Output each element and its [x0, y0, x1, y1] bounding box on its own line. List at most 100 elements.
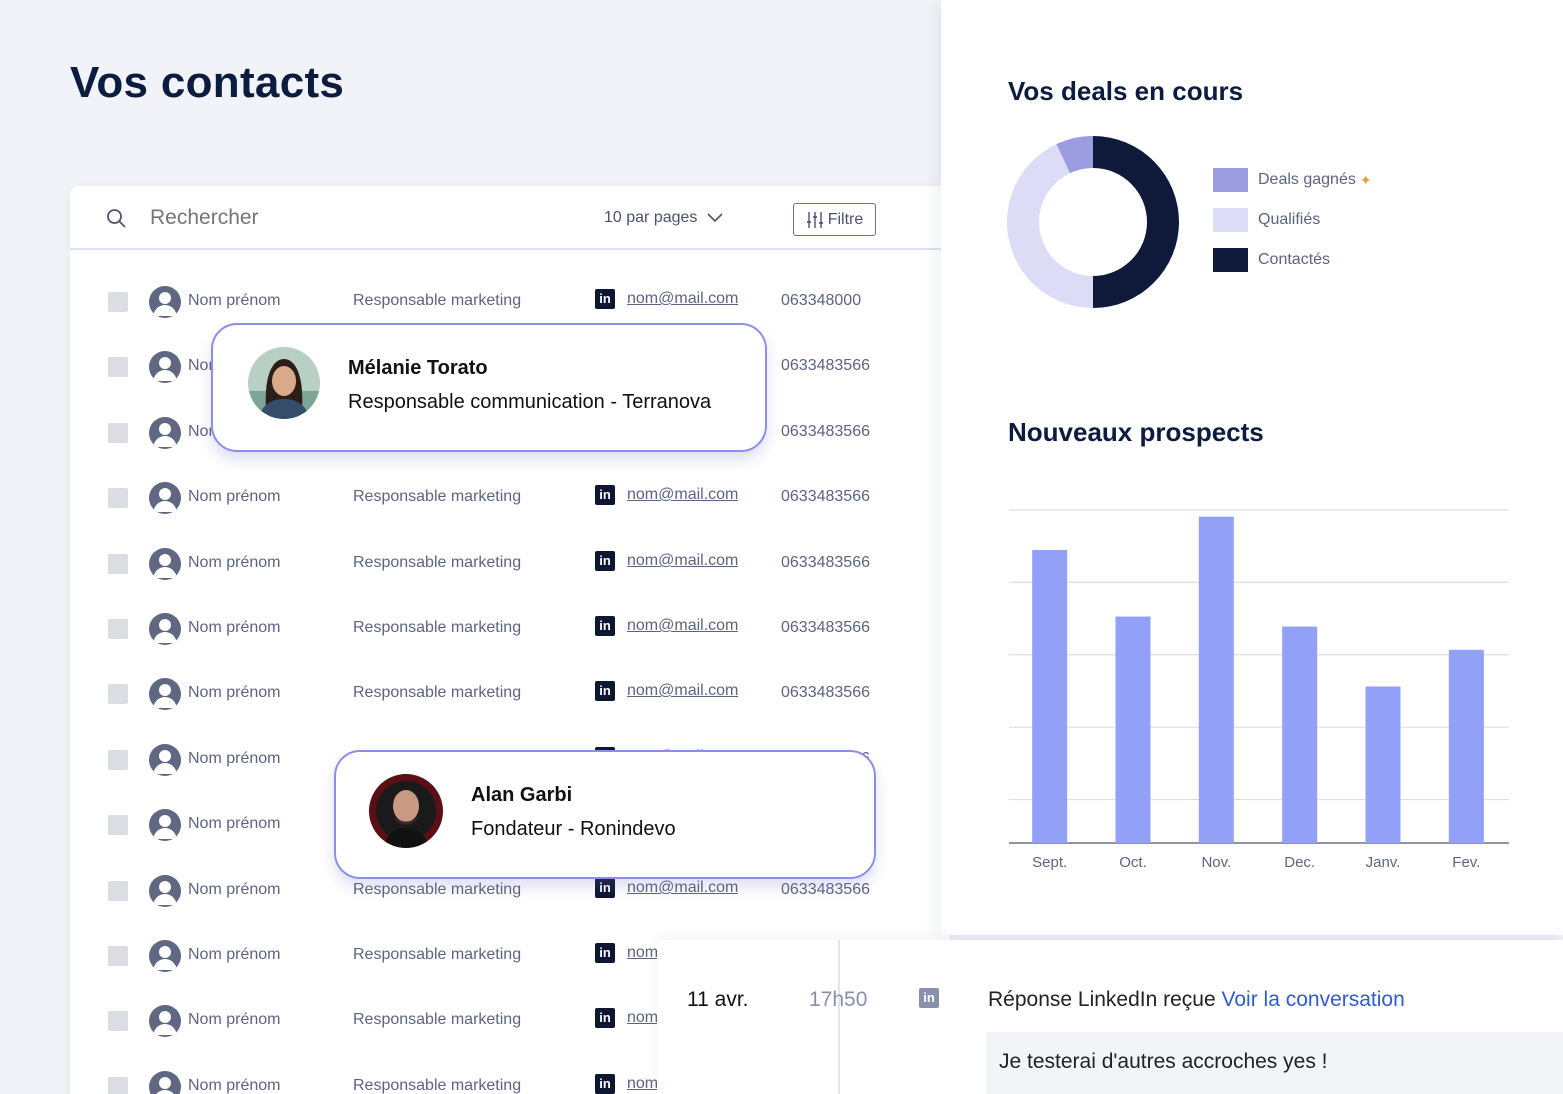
linkedin-icon[interactable]: in — [595, 289, 615, 309]
prospects-title: Nouveaux prospects — [1008, 417, 1264, 447]
user-avatar-icon — [149, 286, 181, 318]
linkedin-icon[interactable]: in — [595, 1074, 615, 1094]
user-avatar-icon — [149, 482, 181, 514]
table-row[interactable]: Nom prénom Responsable marketing in nom@mai… — [70, 603, 950, 653]
per-page-select[interactable]: 10 par pages — [604, 209, 723, 227]
row-checkbox[interactable] — [108, 423, 128, 443]
x-tick-label: Janv. — [1366, 854, 1401, 871]
x-tick-label: Fev. — [1452, 854, 1480, 871]
table-row[interactable]: Nom prénom Responsable marketing in nom@mai… — [70, 276, 950, 326]
activity-text: Réponse LinkedIn reçue Voir la conversat… — [988, 988, 1405, 1012]
profile-photo — [248, 347, 320, 419]
profile-card-alan[interactable]: Alan Garbi Fondateur - Ronindevo — [334, 750, 876, 879]
profile-photo — [369, 774, 443, 848]
bar — [1282, 626, 1318, 843]
profile-role: Fondateur - Ronindevo — [471, 818, 676, 840]
table-row[interactable]: Nom prénom Responsable marketing in nom@mai… — [70, 472, 950, 522]
row-checkbox[interactable] — [108, 292, 128, 312]
dashboard-panel: Vos deals en cours Deals gagnés ✦ Qualif… — [941, 0, 1563, 935]
filter-label: Filtre — [827, 210, 864, 228]
legend-label: Deals gagnés — [1258, 171, 1356, 188]
contact-phone: 0633483566 — [781, 881, 870, 898]
linkedin-icon[interactable]: in — [595, 616, 615, 636]
user-avatar-icon — [149, 875, 181, 907]
timeline-divider — [838, 940, 840, 1094]
contact-email[interactable]: nom@mail.com — [627, 290, 738, 308]
row-checkbox[interactable] — [108, 1011, 128, 1031]
row-checkbox[interactable] — [108, 357, 128, 377]
x-tick-label: Nov. — [1201, 854, 1231, 871]
user-avatar-icon — [149, 809, 181, 841]
activity-date: 11 avr. — [687, 988, 749, 1011]
user-avatar-icon — [149, 1071, 181, 1094]
contact-role: Responsable marketing — [353, 1077, 522, 1094]
legend-label: Qualifiés — [1258, 211, 1321, 228]
contact-phone: 0633483566 — [781, 357, 870, 374]
contact-email[interactable]: nom@mail.com — [627, 617, 738, 635]
contact-role: Responsable marketing — [353, 684, 522, 701]
user-avatar-icon — [149, 940, 181, 972]
row-checkbox[interactable] — [108, 684, 128, 704]
contact-role: Responsable marketing — [353, 946, 522, 963]
contact-phone: 063348000 — [781, 292, 862, 309]
table-toolbar: 10 par pages Filtre — [70, 186, 950, 250]
profile-role: Responsable communication - Terranova — [348, 391, 712, 413]
bar — [1032, 549, 1068, 843]
row-checkbox[interactable] — [108, 881, 128, 901]
party-popper-icon: ✦ — [1359, 171, 1372, 188]
legend-swatch — [1213, 168, 1248, 192]
legend-swatch — [1213, 248, 1248, 272]
view-conversation-link[interactable]: Voir la conversation — [1222, 988, 1405, 1011]
user-avatar-icon — [149, 417, 181, 449]
row-checkbox[interactable] — [108, 750, 128, 770]
row-checkbox[interactable] — [108, 619, 128, 639]
row-checkbox[interactable] — [108, 488, 128, 508]
linkedin-icon[interactable]: in — [595, 551, 615, 571]
contact-email[interactable]: nom@mail.com — [627, 879, 738, 897]
filter-button[interactable]: Filtre — [793, 203, 876, 236]
search-input[interactable] — [150, 206, 450, 230]
contact-role: Responsable marketing — [353, 881, 522, 898]
activity-feed-item: 11 avr. 17h50 in Réponse LinkedIn reçue … — [657, 940, 1563, 1094]
legend-swatch — [1213, 208, 1248, 232]
bar — [1115, 616, 1151, 843]
linkedin-icon[interactable]: in — [595, 681, 615, 701]
chevron-down-icon — [707, 213, 723, 223]
activity-description: Réponse LinkedIn reçue — [988, 988, 1216, 1011]
linkedin-icon[interactable]: in — [595, 1008, 615, 1028]
contact-role: Responsable marketing — [353, 1011, 522, 1028]
contact-name: Nom prénom — [188, 684, 281, 701]
linkedin-icon[interactable]: in — [595, 943, 615, 963]
contact-name: Nom prénom — [188, 750, 281, 767]
row-checkbox[interactable] — [108, 815, 128, 835]
table-row[interactable]: Nom prénom Responsable marketing in nom@mai… — [70, 538, 950, 588]
contact-name: Nom prénom — [188, 946, 281, 963]
bar — [1448, 649, 1484, 843]
row-checkbox[interactable] — [108, 946, 128, 966]
contact-name: Nom prénom — [188, 815, 281, 832]
contact-name: Nom prénom — [188, 881, 281, 898]
contact-email[interactable]: nom@mail.com — [627, 552, 738, 570]
reply-message: Je testerai d'autres accroches yes ! — [986, 1032, 1563, 1094]
bar — [1198, 516, 1234, 843]
contact-name: Nom prénom — [188, 554, 281, 571]
table-row[interactable]: Nom prénom Responsable marketing in nom@mai… — [70, 668, 950, 718]
legend-label: Contactés — [1258, 251, 1331, 268]
contact-name: Nom prénom — [188, 1011, 281, 1028]
contact-role: Responsable marketing — [353, 292, 522, 309]
linkedin-icon[interactable]: in — [595, 878, 615, 898]
contact-email[interactable]: nom@mail.com — [627, 682, 738, 700]
profile-name: Mélanie Torato — [348, 357, 488, 379]
contact-role: Responsable marketing — [353, 554, 522, 571]
profile-card-melanie[interactable]: Mélanie Torato Responsable communication… — [211, 323, 767, 452]
legend-qualified: Qualifiés — [1213, 208, 1320, 232]
row-checkbox[interactable] — [108, 554, 128, 574]
user-avatar-icon — [149, 744, 181, 776]
search-icon[interactable] — [106, 208, 126, 228]
user-avatar-icon — [149, 678, 181, 710]
row-checkbox[interactable] — [108, 1077, 128, 1094]
contact-phone: 0633483566 — [781, 488, 870, 505]
contact-name: Nom prénom — [188, 619, 281, 636]
linkedin-icon[interactable]: in — [595, 485, 615, 505]
contact-email[interactable]: nom@mail.com — [627, 486, 738, 504]
